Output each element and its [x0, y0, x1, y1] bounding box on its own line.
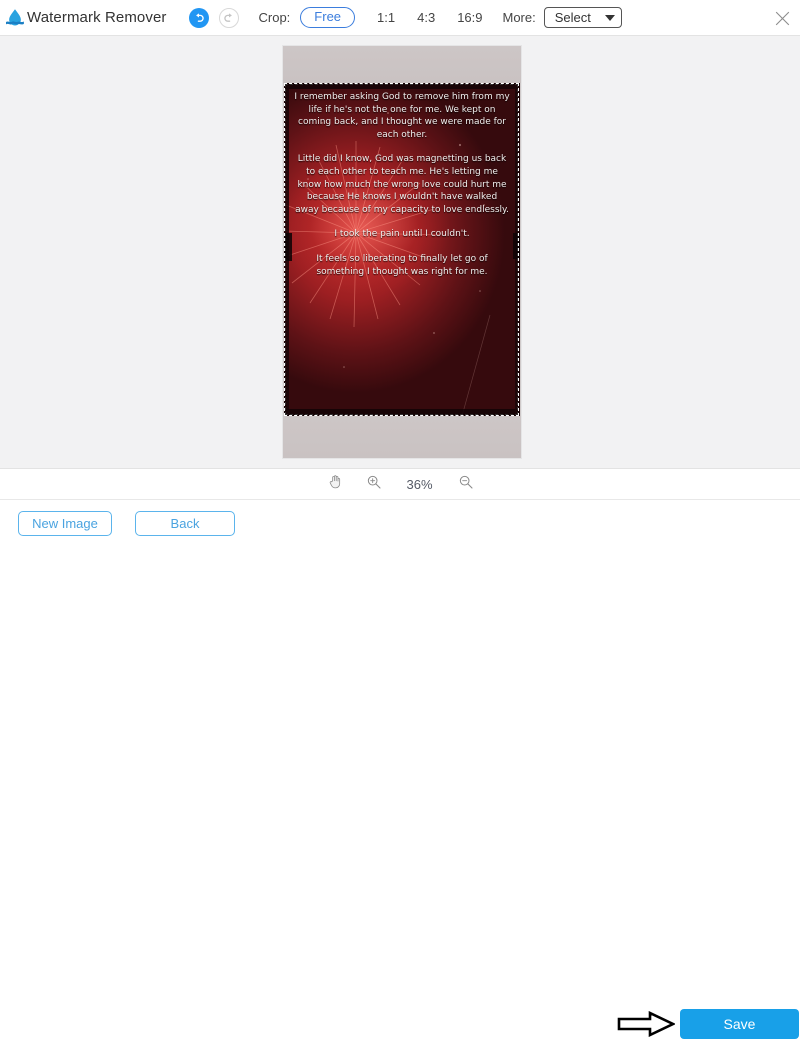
- app-brand: Watermark Remover: [4, 7, 167, 29]
- zoom-out-icon[interactable]: [458, 474, 474, 495]
- undo-button[interactable]: [188, 7, 209, 28]
- new-image-button[interactable]: New Image: [18, 511, 112, 536]
- right-arrow-annotation-icon: [617, 1011, 675, 1037]
- save-button[interactable]: Save: [680, 1009, 799, 1039]
- photo-edge-top: [284, 83, 520, 89]
- hand-pan-icon[interactable]: [327, 473, 344, 495]
- poster-paragraph: It feels so liberating to finally let go…: [316, 253, 488, 277]
- zoom-toolbar: 36%: [0, 468, 800, 500]
- redo-button[interactable]: [218, 7, 239, 28]
- chevron-down-icon: [604, 14, 615, 21]
- editing-image[interactable]: I remember asking God to remove him from…: [283, 46, 521, 458]
- more-label: More:: [502, 10, 536, 25]
- crop-ratio-1-1[interactable]: 1:1: [377, 10, 395, 25]
- crop-ratio-16-9[interactable]: 16:9: [457, 10, 482, 25]
- back-button[interactable]: Back: [135, 511, 235, 536]
- poster-paragraph: I remember asking God to remove him from…: [294, 92, 510, 140]
- poster-photo: I remember asking God to remove him from…: [284, 83, 520, 416]
- photo-edge-notch-left: [284, 233, 292, 261]
- photo-edge-bottom: [284, 409, 520, 416]
- close-button[interactable]: [764, 0, 800, 36]
- zoom-in-icon[interactable]: [366, 474, 382, 495]
- photo-surface-top: [283, 46, 521, 83]
- water-drop-icon: [6, 8, 24, 26]
- zoom-level-label: 36%: [406, 476, 433, 492]
- crop-ratio-free[interactable]: Free: [300, 7, 356, 28]
- top-toolbar: Watermark Remover Crop: Free 1:1 4:3 16:…: [0, 0, 800, 36]
- app-title: Watermark Remover: [27, 9, 167, 26]
- poster-paragraph: Little did I know, God was magnetting us…: [295, 154, 509, 215]
- bottom-action-bar: New Image Back Save: [0, 500, 800, 1039]
- more-select-value: Select: [554, 10, 591, 25]
- crop-label: Crop:: [258, 10, 291, 25]
- close-icon: [775, 11, 789, 25]
- photo-surface-bottom: [283, 416, 521, 458]
- image-canvas-area[interactable]: I remember asking God to remove him from…: [0, 36, 800, 468]
- poster-text-block: I remember asking God to remove him from…: [294, 91, 510, 278]
- crop-ratio-4-3[interactable]: 4:3: [417, 10, 435, 25]
- redo-arrow-icon: [223, 12, 232, 22]
- more-select-dropdown[interactable]: Select: [543, 7, 622, 28]
- undo-arrow-icon: [195, 12, 204, 22]
- photo-edge-notch-right: [513, 233, 520, 259]
- poster-paragraph: I took the pain until I couldn't.: [334, 229, 470, 240]
